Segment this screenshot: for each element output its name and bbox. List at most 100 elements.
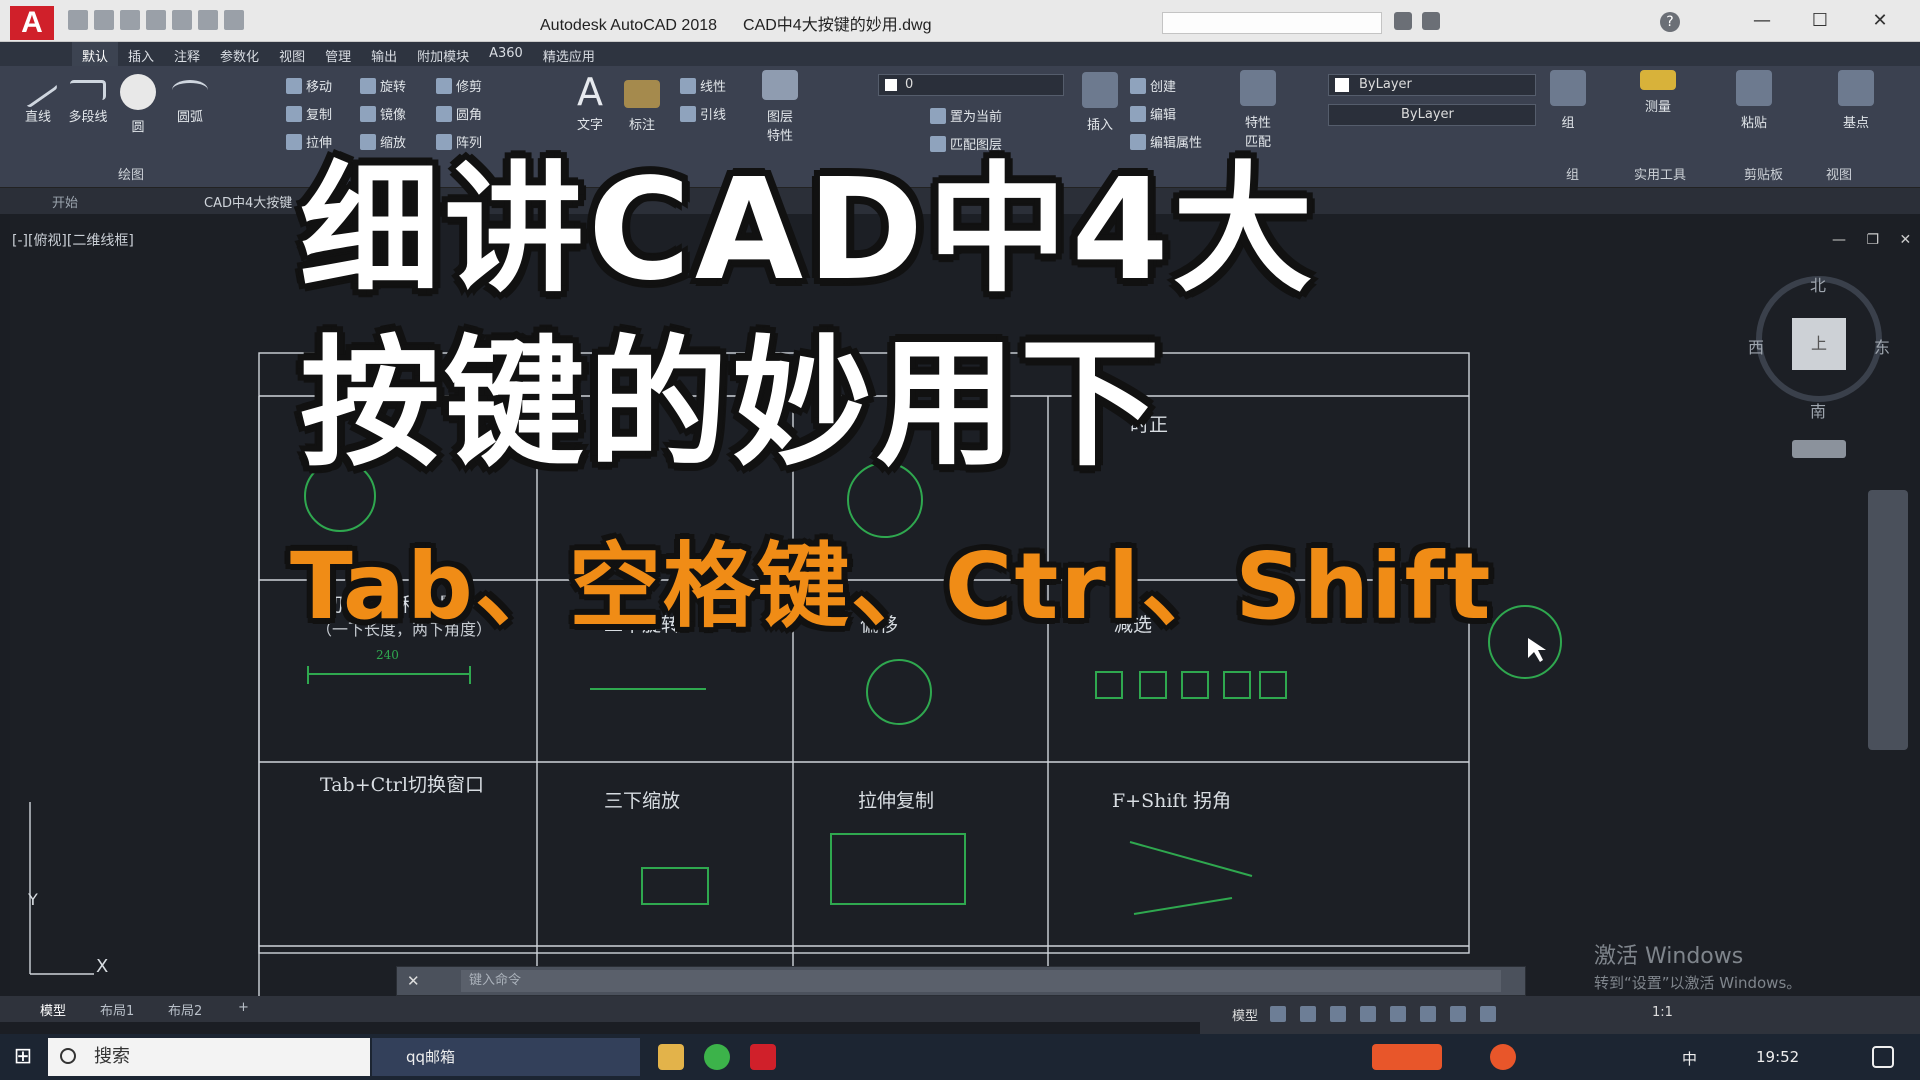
viewcube-top-face[interactable]: 上 — [1792, 318, 1846, 370]
layer-properties-tool[interactable]: 图层 特性 — [758, 70, 802, 144]
text-tool[interactable]: A 文字 — [568, 70, 612, 133]
transparency-icon[interactable] — [1480, 1006, 1496, 1022]
circle-tool[interactable]: 圆 — [118, 74, 158, 135]
title-tools — [1394, 12, 1440, 30]
tab-start[interactable]: 开始 — [52, 192, 78, 211]
print-icon[interactable] — [172, 10, 192, 30]
notification-icon[interactable] — [1872, 1046, 1894, 1068]
paste-tool[interactable]: 粘贴 — [1732, 70, 1776, 131]
command-input[interactable]: 键入命令 — [461, 970, 1501, 992]
draw-panel-label[interactable]: 绘图 — [118, 164, 144, 183]
viewport-window-controls[interactable]: — ❐ ✕ — [1832, 232, 1919, 248]
status-model-label[interactable]: 模型 — [1232, 1005, 1258, 1024]
autocad-logo-icon[interactable]: A — [10, 6, 54, 40]
layer-dropdown[interactable]: 0 — [878, 74, 1064, 96]
tab-manage[interactable]: 管理 — [315, 42, 361, 66]
add-layout-button[interactable]: + — [238, 1000, 249, 1015]
properties-tool[interactable]: 特性 匹配 — [1236, 70, 1280, 150]
edit-block-icon — [1130, 105, 1146, 122]
edit-block-tool[interactable]: 编辑 — [1130, 104, 1176, 123]
file-explorer-icon[interactable] — [658, 1044, 684, 1070]
annotation-scale[interactable]: 1:1 — [1652, 1005, 1673, 1020]
cell-text: Tab+Ctrl切换窗口 — [320, 774, 484, 796]
lineweight-icon[interactable] — [1450, 1006, 1466, 1022]
taskbar-app-qqmail[interactable]: qq邮箱 — [372, 1038, 640, 1076]
polyline-tool[interactable]: 多段线 — [64, 80, 112, 125]
tab-a360[interactable]: A360 — [479, 42, 533, 66]
fillet-tool[interactable]: 圆角 — [436, 104, 482, 123]
rotate-tool[interactable]: 旋转 — [360, 76, 406, 95]
ortho-icon[interactable] — [1330, 1006, 1346, 1022]
redo-icon[interactable] — [224, 10, 244, 30]
tab-output[interactable]: 输出 — [361, 42, 407, 66]
set-current-layer-tool[interactable]: 置为当前 — [930, 106, 1002, 125]
tab-view[interactable]: 视图 — [269, 42, 315, 66]
measure-tool[interactable]: 测量 — [1636, 70, 1680, 115]
browser-icon[interactable] — [704, 1044, 730, 1070]
tab-parametric[interactable]: 参数化 — [210, 42, 269, 66]
compass-south[interactable]: 南 — [1810, 398, 1826, 422]
group-tool[interactable]: 组 — [1546, 70, 1590, 131]
line-tool[interactable]: 直线 — [17, 71, 59, 125]
compass-west[interactable]: 西 — [1748, 334, 1764, 358]
tab-annotate[interactable]: 注释 — [164, 42, 210, 66]
utilities-panel-label[interactable]: 实用工具 — [1634, 164, 1686, 183]
compass-east[interactable]: 东 — [1874, 334, 1890, 358]
dimension-tool[interactable]: 标注 — [620, 80, 664, 133]
create-block-tool[interactable]: 创建 — [1130, 76, 1176, 95]
mirror-tool[interactable]: 镜像 — [360, 104, 406, 123]
tab-layout2[interactable]: 布局2 — [168, 1000, 202, 1019]
copy-tool[interactable]: 复制 — [286, 104, 332, 123]
minimize-button[interactable]: — — [1742, 8, 1782, 34]
user-icon[interactable] — [1422, 12, 1440, 30]
save-icon[interactable] — [120, 10, 140, 30]
save-as-icon[interactable] — [146, 10, 166, 30]
text-label: 文字 — [576, 118, 603, 133]
leader-tool[interactable]: 引线 — [680, 104, 726, 123]
groups-panel-label[interactable]: 组 — [1566, 164, 1579, 183]
view-panel-label[interactable]: 视图 — [1826, 164, 1852, 183]
polar-icon[interactable] — [1360, 1006, 1376, 1022]
maximize-button[interactable]: ☐ — [1800, 8, 1840, 34]
tab-layout1[interactable]: 布局1 — [100, 1000, 134, 1019]
move-tool[interactable]: 移动 — [286, 76, 332, 95]
help-icon[interactable]: ? — [1660, 12, 1680, 32]
linetype-dropdown[interactable]: ByLayer — [1328, 104, 1536, 126]
windows-start-icon[interactable]: ⊞ — [0, 1034, 46, 1080]
command-close-icon[interactable]: ✕ — [407, 972, 420, 990]
navigation-bar[interactable] — [1868, 490, 1908, 750]
otrack-icon[interactable] — [1420, 1006, 1436, 1022]
taskbar-search[interactable]: 搜索 — [48, 1038, 370, 1076]
close-button[interactable]: ✕ — [1860, 8, 1900, 34]
tab-featured-apps[interactable]: 精选应用 — [533, 42, 605, 66]
autocad-taskbar-icon[interactable] — [750, 1044, 776, 1070]
activate-subtitle: 转到“设置”以激活 Windows。 — [1594, 974, 1802, 992]
clipboard-panel-label[interactable]: 剪贴板 — [1744, 164, 1783, 183]
color-dropdown[interactable]: ByLayer — [1328, 74, 1536, 96]
osnap-icon[interactable] — [1390, 1006, 1406, 1022]
tab-insert[interactable]: 插入 — [118, 42, 164, 66]
snap-icon[interactable] — [1300, 1006, 1316, 1022]
trim-tool[interactable]: 修剪 — [436, 76, 482, 95]
grid-icon[interactable] — [1270, 1006, 1286, 1022]
arc-tool[interactable]: 圆弧 — [168, 80, 212, 125]
open-file-icon[interactable] — [94, 10, 114, 30]
compass-north[interactable]: 北 — [1810, 272, 1826, 296]
taskbar-clock[interactable]: 19:52 — [1756, 1048, 1799, 1066]
input-method-indicator[interactable]: 中 — [1682, 1048, 1697, 1069]
tab-addins[interactable]: 附加模块 — [407, 42, 479, 66]
new-file-icon[interactable] — [68, 10, 88, 30]
help-search-input[interactable] — [1162, 12, 1382, 34]
base-view-tool[interactable]: 基点 — [1834, 70, 1878, 131]
tab-drawing[interactable]: CAD中4大按键 — [204, 192, 292, 211]
viewport-controls-label[interactable]: [-][俯视][二维线框] — [12, 230, 134, 250]
undo-icon[interactable] — [198, 10, 218, 30]
wcs-menu-button[interactable] — [1792, 440, 1846, 458]
tray-app-icon[interactable] — [1372, 1044, 1442, 1070]
tab-model[interactable]: 模型 — [40, 1000, 66, 1019]
linear-dim-tool[interactable]: 线性 — [680, 76, 726, 95]
insert-block-tool[interactable]: 插入 — [1078, 72, 1122, 133]
tab-default[interactable]: 默认 — [72, 42, 119, 66]
tray-antivirus-icon[interactable] — [1490, 1044, 1516, 1070]
binoculars-icon[interactable] — [1394, 12, 1412, 30]
